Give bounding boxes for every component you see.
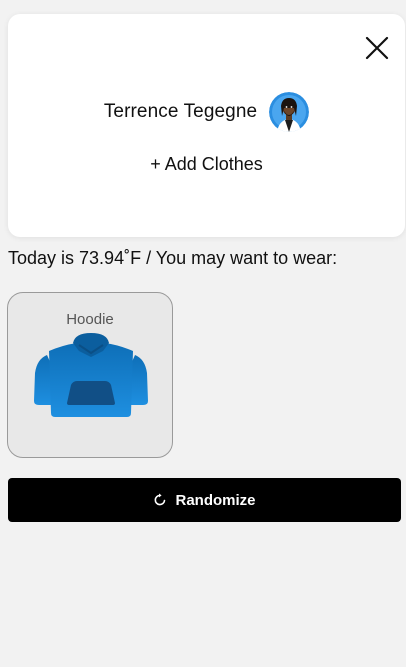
refresh-icon [155, 493, 166, 506]
weather-recommendation-text: Today is 73.94˚F / You may want to wear: [8, 248, 338, 268]
clothing-name: Hoodie [66, 311, 114, 328]
clothing-card-hoodie[interactable]: Hoodie [7, 292, 173, 458]
close-icon [365, 36, 389, 60]
user-row: Terrence Tegegne [8, 92, 405, 132]
close-button[interactable] [363, 34, 391, 62]
add-clothes-button[interactable]: + Add Clothes [8, 154, 405, 175]
user-avatar-icon[interactable] [269, 92, 310, 132]
username: Terrence Tegegne [103, 101, 258, 122]
randomize-button[interactable]: Randomize [8, 478, 401, 522]
randomize-label: Randomize [175, 491, 256, 509]
profile-card: Terrence Tegegne + Add Clothes [8, 14, 405, 237]
hoodie-icon [34, 333, 148, 417]
